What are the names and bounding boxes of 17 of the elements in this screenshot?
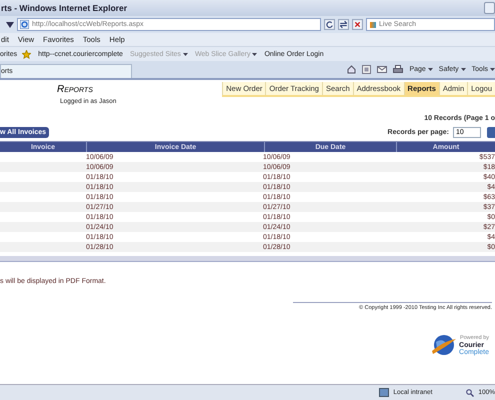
close-icon[interactable]: [352, 19, 363, 30]
arrows-icon[interactable]: [338, 19, 349, 30]
go-button[interactable]: [487, 126, 495, 138]
page-icon: [20, 20, 29, 29]
star-icon[interactable]: [22, 50, 32, 58]
refresh-icon[interactable]: [324, 19, 335, 30]
window-title: rts - Windows Internet Explorer: [1, 3, 128, 13]
home-icon[interactable]: [347, 65, 356, 74]
caret-icon[interactable]: [460, 68, 466, 71]
page-heading: Reports: [57, 84, 94, 95]
dropdown-icon[interactable]: [6, 22, 14, 28]
feed-icon[interactable]: [362, 65, 372, 74]
caret-icon[interactable]: [428, 68, 433, 71]
mail-icon[interactable]: [377, 66, 388, 73]
printer-icon[interactable]: [393, 65, 404, 74]
caret-icon[interactable]: [490, 68, 495, 71]
zoom-icon[interactable]: [466, 388, 474, 396]
